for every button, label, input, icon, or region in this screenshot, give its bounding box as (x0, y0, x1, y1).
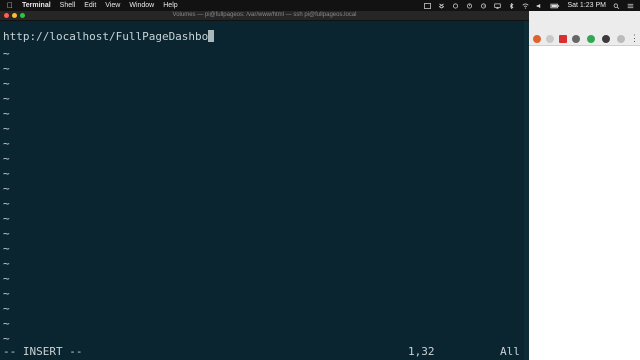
empty-line-tilde: ~ (3, 227, 10, 240)
extension-icon[interactable] (533, 35, 541, 43)
wifi-icon[interactable] (522, 3, 530, 9)
menu-extra-icon[interactable] (452, 3, 459, 9)
spotlight-icon[interactable] (613, 3, 620, 9)
empty-line-tilde: ~ (3, 122, 10, 135)
terminal-content[interactable]: http://localhost/FullPageDashbo ~ ~ ~ ~ … (0, 21, 524, 360)
empty-line-tilde: ~ (3, 242, 10, 255)
empty-line-tilde: ~ (3, 197, 10, 210)
menu-shell[interactable]: Shell (60, 0, 76, 11)
extension-icon[interactable] (559, 35, 567, 43)
extension-icon[interactable] (546, 35, 554, 43)
empty-line-tilde: ~ (3, 287, 10, 300)
menu-view[interactable]: View (105, 0, 120, 11)
timer-icon[interactable] (466, 3, 473, 9)
scroll-position: All (500, 345, 520, 358)
time-machine-icon[interactable] (480, 3, 487, 9)
empty-line-tilde: ~ (3, 332, 10, 345)
extension-icon[interactable] (602, 35, 610, 43)
editor-line-text: http://localhost/FullPageDashbo (3, 30, 209, 43)
window-title: Volumes — pi@fullpageos: /var/www/html —… (172, 12, 357, 18)
menu-edit[interactable]: Edit (84, 0, 96, 11)
extension-icon[interactable] (572, 35, 580, 43)
menu-help[interactable]: Help (163, 0, 177, 11)
terminal-window: Volumes — pi@fullpageos: /var/www/html —… (0, 11, 529, 360)
volume-icon[interactable] (536, 3, 543, 9)
profile-avatar-icon[interactable] (617, 35, 625, 43)
empty-line-tilde: ~ (3, 257, 10, 270)
empty-line-tilde: ~ (3, 62, 10, 75)
empty-line-tilde: ~ (3, 212, 10, 225)
screen-mirroring-icon[interactable] (494, 3, 502, 9)
empty-line-tilde: ~ (3, 107, 10, 120)
empty-line-tilde: ~ (3, 92, 10, 105)
bluetooth-icon[interactable] (508, 2, 515, 9)
apple-icon[interactable]:  (5, 1, 15, 10)
battery-icon[interactable] (550, 3, 560, 9)
browser-window-partial: ⋮ (529, 11, 640, 360)
window-titlebar: Volumes — pi@fullpageos: /var/www/html —… (0, 11, 529, 21)
cast-icon[interactable] (424, 2, 432, 9)
menu-window[interactable]: Window (129, 0, 154, 11)
notification-center-icon[interactable] (627, 3, 634, 9)
more-menu-icon[interactable]: ⋮ (630, 33, 639, 44)
empty-line-tilde: ~ (3, 137, 10, 150)
empty-line-tilde: ~ (3, 167, 10, 180)
menubar-clock[interactable]: Sat 1:23 PM (567, 2, 606, 9)
empty-line-tilde: ~ (3, 182, 10, 195)
cursor-position: 1,32 (408, 345, 435, 358)
extension-icon[interactable] (587, 35, 595, 43)
editor-line: http://localhost/FullPageDashbo (3, 30, 215, 44)
empty-line-tilde: ~ (3, 152, 10, 165)
dropbox-icon[interactable] (438, 3, 445, 9)
empty-line-tilde: ~ (3, 272, 10, 285)
status-area: Sat 1:23 PM (424, 0, 640, 11)
empty-line-tilde: ~ (3, 302, 10, 315)
browser-toolbar: ⋮ (529, 11, 640, 46)
menu-terminal[interactable]: Terminal (22, 0, 51, 11)
empty-line-tilde: ~ (3, 317, 10, 330)
empty-line-tilde: ~ (3, 47, 10, 60)
menu-bar:  Terminal Shell Edit View Window Help S… (0, 0, 640, 11)
empty-line-tilde: ~ (3, 77, 10, 90)
text-cursor (208, 30, 215, 42)
vim-mode-indicator: -- INSERT -- (3, 345, 83, 358)
